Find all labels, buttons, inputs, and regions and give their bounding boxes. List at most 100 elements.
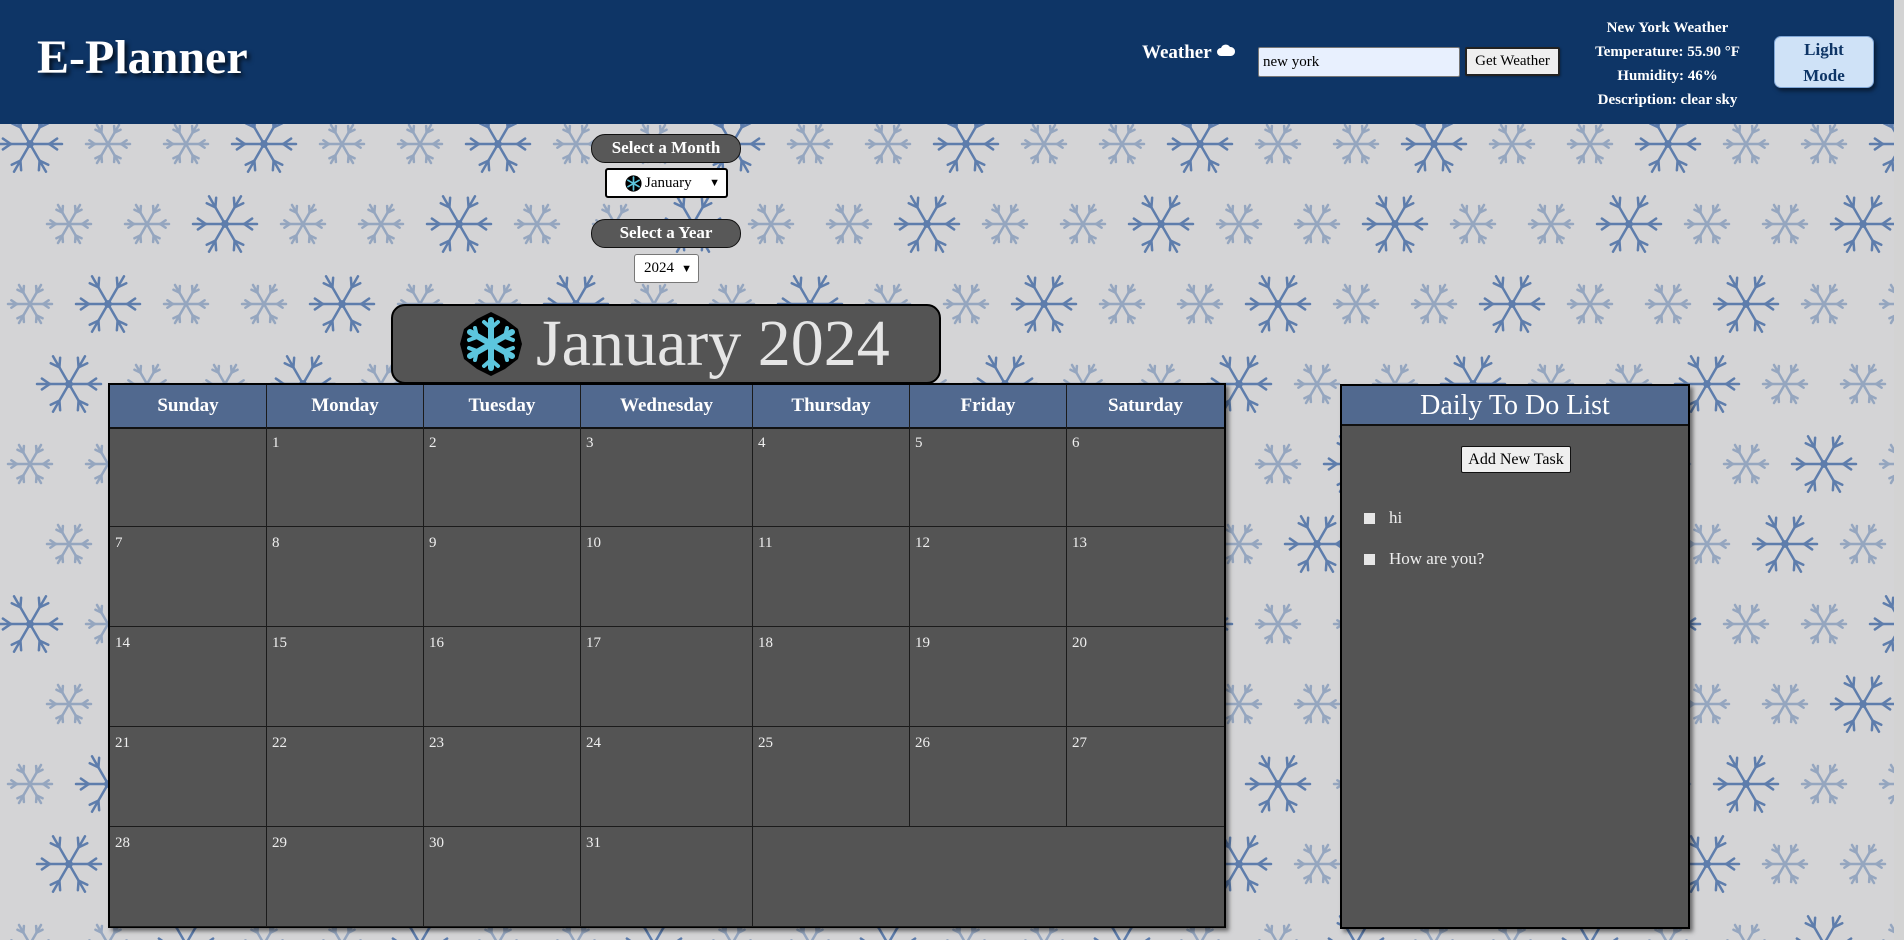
day-cell[interactable]: 26 <box>910 727 1067 827</box>
snowflake-icon <box>625 174 642 192</box>
year-select[interactable]: 2024 ▼ <box>634 254 699 283</box>
city-search-input[interactable] <box>1258 47 1460 77</box>
day-cell[interactable]: 1 <box>267 427 424 527</box>
day-cell[interactable]: 11 <box>753 527 910 627</box>
day-cell[interactable]: 29 <box>267 827 424 927</box>
weather-label: Weather <box>1142 42 1236 64</box>
bullet-icon <box>1364 513 1375 524</box>
day-cell[interactable]: 21 <box>110 727 267 827</box>
day-number: 7 <box>115 535 123 551</box>
weekday-header: Friday <box>910 385 1067 429</box>
day-cell[interactable]: 28 <box>110 827 267 927</box>
day-cell[interactable]: 15 <box>267 627 424 727</box>
day-cell[interactable]: 10 <box>581 527 753 627</box>
day-number: 15 <box>272 635 287 651</box>
weekday-header: Sunday <box>110 385 267 429</box>
weather-temperature: Temperature: 55.90 °F <box>1595 44 1740 60</box>
day-number: 10 <box>586 535 601 551</box>
day-cell[interactable]: 20 <box>1067 627 1224 727</box>
day-number: 11 <box>758 535 773 551</box>
day-number: 12 <box>915 535 930 551</box>
weekday-header: Tuesday <box>424 385 581 429</box>
bullet-icon <box>1364 554 1375 565</box>
day-number: 28 <box>115 835 130 851</box>
chevron-down-icon: ▼ <box>709 177 720 189</box>
day-cell[interactable]: 17 <box>581 627 753 727</box>
day-number: 31 <box>586 835 601 851</box>
day-cell[interactable]: 2 <box>424 427 581 527</box>
day-number: 21 <box>115 735 130 751</box>
calendar-grid: Sunday Monday Tuesday Wednesday Thursday Frid… <box>108 383 1226 928</box>
day-number: 30 <box>429 835 444 851</box>
month-select-value: January <box>645 174 692 191</box>
day-number: 19 <box>915 635 930 651</box>
cloud-icon <box>1216 44 1235 56</box>
day-cell[interactable]: 4 <box>753 427 910 527</box>
weather-label-text: Weather <box>1142 42 1212 63</box>
day-number: 8 <box>272 535 280 551</box>
day-cell[interactable]: 22 <box>267 727 424 827</box>
weekday-header: Thursday <box>753 385 910 429</box>
day-number: 18 <box>758 635 773 651</box>
day-cell[interactable]: 24 <box>581 727 753 827</box>
day-number: 23 <box>429 735 444 751</box>
snowflake-icon <box>460 312 522 376</box>
year-select-value: 2024 <box>644 260 674 276</box>
month-title: January 2024 <box>536 307 890 380</box>
weather-humidity: Humidity: 46% <box>1617 68 1718 84</box>
day-cell[interactable]: 12 <box>910 527 1067 627</box>
weekday-header: Wednesday <box>581 385 753 429</box>
light-mode-button[interactable]: Light Mode <box>1774 36 1874 88</box>
weather-info: New York Weather Temperature: 55.90 °F H… <box>1580 16 1755 112</box>
day-number: 27 <box>1072 735 1087 751</box>
task-item[interactable]: How are you? <box>1364 549 1484 590</box>
task-text: How are you? <box>1389 549 1485 568</box>
day-cell[interactable]: 7 <box>110 527 267 627</box>
day-number: 26 <box>915 735 930 751</box>
day-number: 1 <box>272 435 280 451</box>
todo-title: Daily To Do List <box>1342 386 1688 426</box>
todo-panel: Daily To Do List Add New Task hi How are … <box>1340 384 1690 929</box>
weather-description: Description: clear sky <box>1597 92 1738 108</box>
day-cell[interactable]: 13 <box>1067 527 1224 627</box>
day-cell[interactable]: 18 <box>753 627 910 727</box>
month-select[interactable]: January ▼ <box>605 168 728 198</box>
weekday-header-row: Sunday Monday Tuesday Wednesday Thursday Frid… <box>110 385 1224 429</box>
day-number: 9 <box>429 535 437 551</box>
get-weather-button[interactable]: Get Weather <box>1465 47 1560 76</box>
task-text: hi <box>1389 508 1403 527</box>
day-cell[interactable]: 5 <box>910 427 1067 527</box>
day-cell[interactable]: 14 <box>110 627 267 727</box>
day-number: 14 <box>115 635 130 651</box>
task-list: hi How are you? <box>1364 508 1484 590</box>
day-cell[interactable]: 19 <box>910 627 1067 727</box>
day-number: 24 <box>586 735 601 751</box>
day-cell-empty <box>753 827 1224 927</box>
day-number: 3 <box>586 435 594 451</box>
day-number: 4 <box>758 435 766 451</box>
day-number: 16 <box>429 635 444 651</box>
add-new-task-button[interactable]: Add New Task <box>1461 446 1571 473</box>
day-number: 6 <box>1072 435 1080 451</box>
day-cell[interactable]: 3 <box>581 427 753 527</box>
app-header: E-Planner Weather Get Weather New York W… <box>0 0 1894 124</box>
day-number: 13 <box>1072 535 1087 551</box>
day-number: 25 <box>758 735 773 751</box>
day-cell[interactable]: 31 <box>581 827 753 927</box>
day-cell[interactable]: 16 <box>424 627 581 727</box>
select-month-label: Select a Month <box>591 134 741 163</box>
weather-title: New York Weather <box>1606 20 1729 36</box>
day-cell[interactable]: 27 <box>1067 727 1224 827</box>
chevron-down-icon: ▼ <box>681 262 692 275</box>
day-number: 2 <box>429 435 437 451</box>
day-cell[interactable]: 25 <box>753 727 910 827</box>
day-cell[interactable]: 8 <box>267 527 424 627</box>
day-number: 22 <box>272 735 287 751</box>
day-number: 20 <box>1072 635 1087 651</box>
day-cell[interactable]: 6 <box>1067 427 1224 527</box>
day-cell[interactable]: 23 <box>424 727 581 827</box>
day-cell[interactable]: 30 <box>424 827 581 927</box>
day-cell[interactable]: 9 <box>424 527 581 627</box>
day-number: 5 <box>915 435 923 451</box>
task-item[interactable]: hi <box>1364 508 1484 549</box>
